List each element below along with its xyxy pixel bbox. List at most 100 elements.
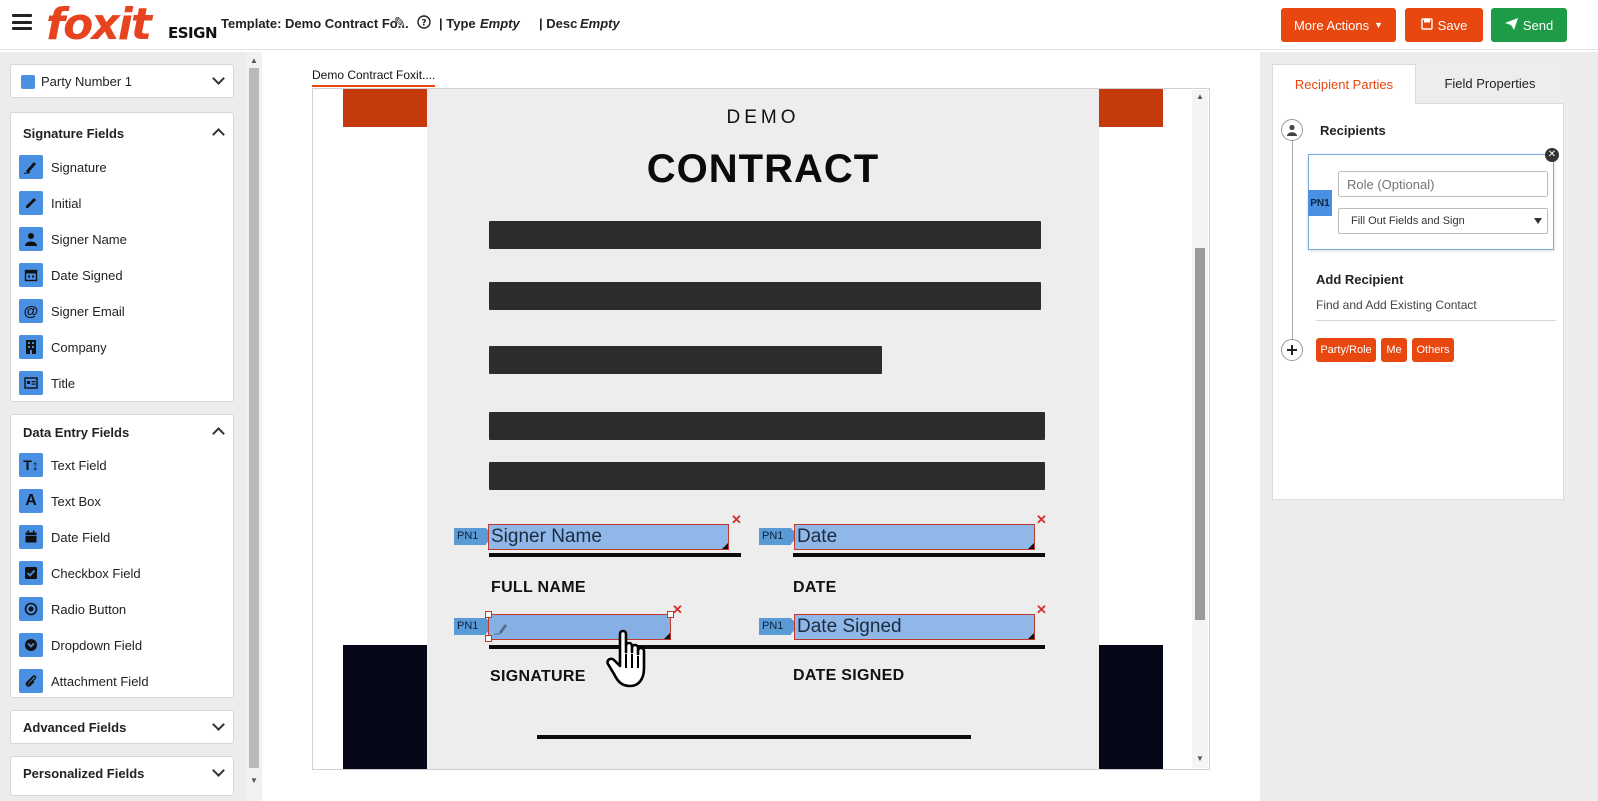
- more-actions-button[interactable]: More Actions ▼: [1281, 8, 1396, 42]
- field-signature[interactable]: Signature: [19, 153, 107, 181]
- recipients-title: Recipients: [1320, 123, 1386, 138]
- party-selector-label: Party Number 1: [41, 74, 133, 89]
- paperclip-icon: [19, 669, 43, 693]
- date-signed-field[interactable]: Date Signed: [794, 614, 1035, 640]
- find-contact-link[interactable]: Find and Add Existing Contact: [1316, 298, 1477, 312]
- close-icon[interactable]: ✕: [1545, 148, 1559, 162]
- party-tag-pn1[interactable]: PN1: [759, 618, 798, 635]
- delete-field-icon[interactable]: ✕: [672, 602, 683, 618]
- party-selector[interactable]: Party Number 1: [10, 64, 234, 98]
- chevron-up-icon[interactable]: [212, 128, 225, 141]
- signature-line: [489, 645, 1045, 649]
- scroll-up-arrow-icon[interactable]: ▲: [250, 56, 258, 65]
- field-text-field[interactable]: T↕ Text Field: [19, 451, 107, 479]
- redacted-text-line: [489, 346, 882, 374]
- role-input[interactable]: [1338, 171, 1548, 197]
- floppy-disk-icon: [1420, 17, 1433, 33]
- field-signer-name[interactable]: Signer Name: [19, 225, 127, 253]
- document-scrollbar[interactable]: ▲ ▼: [1192, 90, 1208, 768]
- field-signer-email[interactable]: @ Signer Email: [19, 297, 125, 325]
- desc-label: | Desc: [539, 16, 578, 31]
- scrollbar-thumb[interactable]: [1195, 248, 1205, 620]
- plus-icon[interactable]: [1281, 339, 1303, 361]
- edit-pencil-icon[interactable]: ✎: [394, 14, 406, 31]
- document-tab[interactable]: Demo Contract Foxit....: [312, 68, 436, 87]
- signature-label: SIGNATURE: [490, 668, 586, 685]
- field-dropdown[interactable]: Dropdown Field: [19, 631, 142, 659]
- help-icon[interactable]: ?: [417, 15, 431, 32]
- building-icon: [19, 335, 43, 359]
- advanced-fields-section[interactable]: Advanced Fields: [10, 710, 234, 744]
- tab-field-properties[interactable]: Field Properties: [1416, 64, 1564, 104]
- template-name: Template: Demo Contract Fo...: [221, 16, 409, 31]
- delete-field-icon[interactable]: ✕: [1036, 602, 1047, 618]
- calendar-icon: [19, 525, 43, 549]
- recipient-card: [1308, 154, 1554, 250]
- field-attachment[interactable]: Attachment Field: [19, 667, 149, 695]
- field-initial[interactable]: Initial: [19, 189, 81, 217]
- field-text-box[interactable]: A Text Box: [19, 487, 101, 515]
- field-label: Dropdown Field: [51, 637, 143, 653]
- page-accent-band: [1099, 89, 1163, 127]
- signer-name-field[interactable]: Signer Name: [488, 524, 729, 550]
- paper-plane-icon: [1504, 17, 1518, 33]
- recipient-action-select[interactable]: Fill Out Fields and Sign: [1338, 208, 1548, 234]
- signature-line: [489, 553, 741, 557]
- send-button[interactable]: Send: [1491, 8, 1567, 42]
- document-heading-large: CONTRACT: [646, 147, 880, 191]
- resize-handle[interactable]: [1028, 543, 1034, 549]
- full-name-label: FULL NAME: [491, 579, 586, 596]
- field-radio-button[interactable]: Radio Button: [19, 595, 126, 623]
- text-box-icon: A: [19, 489, 43, 513]
- delete-field-icon[interactable]: ✕: [731, 512, 742, 528]
- party-tag-pn1[interactable]: PN1: [759, 528, 798, 545]
- selection-handle[interactable]: [485, 635, 492, 642]
- resize-handle[interactable]: [664, 633, 670, 639]
- field-label: Checkbox Field: [51, 565, 141, 581]
- resize-handle[interactable]: [1028, 633, 1034, 639]
- scrollbar-thumb[interactable]: [249, 68, 259, 768]
- add-others-button[interactable]: Others: [1412, 338, 1454, 362]
- add-party-role-button[interactable]: Party/Role: [1316, 338, 1376, 362]
- party-tag-pn1[interactable]: PN1: [454, 618, 493, 635]
- page-dark-band: [1099, 645, 1163, 769]
- field-date-signed[interactable]: Date Signed: [19, 261, 123, 289]
- date-field[interactable]: Date: [794, 524, 1035, 550]
- chevron-down-icon: [212, 72, 225, 85]
- field-label: Title: [51, 375, 76, 391]
- at-icon: @: [19, 299, 43, 323]
- resize-handle[interactable]: [722, 543, 728, 549]
- scroll-up-arrow-icon[interactable]: ▲: [1196, 92, 1204, 101]
- person-icon: [1281, 119, 1303, 141]
- field-text: Date: [797, 526, 838, 547]
- scroll-down-arrow-icon[interactable]: ▼: [250, 776, 258, 785]
- selection-handle[interactable]: [485, 611, 492, 618]
- hamburger-menu-icon[interactable]: [12, 14, 32, 30]
- field-company[interactable]: Company: [19, 333, 107, 361]
- document-page: DEMO CONTRACT FULL NAME DATE SIGNATURE D…: [427, 89, 1099, 769]
- chevron-down-icon: [212, 764, 225, 777]
- delete-field-icon[interactable]: ✕: [1036, 512, 1047, 528]
- tab-recipient-parties[interactable]: Recipient Parties: [1272, 64, 1416, 104]
- party-tag-pn1[interactable]: PN1: [454, 528, 493, 545]
- field-title[interactable]: Title: [19, 369, 75, 397]
- field-date-field[interactable]: Date Field: [19, 523, 110, 551]
- left-panel-scrollbar[interactable]: ▲ ▼: [246, 52, 262, 801]
- add-me-button[interactable]: Me: [1381, 338, 1407, 362]
- personalized-fields-section[interactable]: Personalized Fields: [10, 756, 234, 796]
- scroll-down-arrow-icon[interactable]: ▼: [1196, 754, 1204, 763]
- type-label: | Type: [439, 16, 476, 31]
- chevron-up-icon[interactable]: [212, 427, 225, 440]
- date-label: DATE: [793, 579, 837, 596]
- field-text: Signer Name: [491, 526, 602, 547]
- party-color-swatch: [21, 75, 35, 89]
- redacted-text-line: [489, 221, 1041, 249]
- save-button[interactable]: Save: [1405, 8, 1483, 42]
- pencil-icon: [19, 191, 43, 215]
- top-bar: foxit ESIGN Template: Demo Contract Fo..…: [0, 0, 1598, 50]
- desc-value: Empty: [580, 16, 620, 31]
- recipient-tree-line: [1292, 140, 1293, 346]
- caret-down-icon: ▼: [1374, 20, 1384, 30]
- divider: [1316, 320, 1556, 321]
- field-checkbox[interactable]: Checkbox Field: [19, 559, 141, 587]
